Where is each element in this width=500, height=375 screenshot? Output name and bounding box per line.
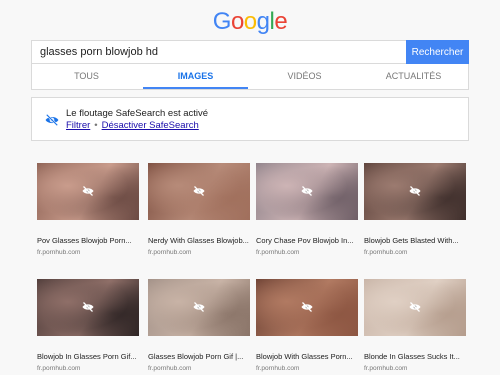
result-title[interactable]: Pov Glasses Blowjob Porn... xyxy=(37,236,139,245)
logo-letter: G xyxy=(212,8,232,35)
image-result[interactable]: Blowjob With Glasses Porn... fr.pornhub.… xyxy=(256,279,358,372)
result-source: fr.pornhub.com xyxy=(148,365,192,372)
image-result[interactable]: Blowjob In Glasses Porn Gif... fr.pornhu… xyxy=(37,279,139,372)
safesearch-status: Le floutage SafeSearch est activé xyxy=(66,108,209,119)
result-thumbnail[interactable] xyxy=(148,163,250,220)
eye-off-icon xyxy=(45,114,59,126)
result-title[interactable]: Glasses Blowjob Porn Gif |... xyxy=(148,352,250,361)
blurred-eye-icon xyxy=(193,186,205,196)
logo-letter: e xyxy=(274,8,288,35)
result-thumbnail[interactable] xyxy=(256,279,358,336)
logo-letter: g xyxy=(256,8,270,35)
result-source: fr.pornhub.com xyxy=(364,249,408,256)
tab-bar: TOUS IMAGES VIDÉOS ACTUALITÉS xyxy=(31,64,469,90)
result-source: fr.pornhub.com xyxy=(37,249,81,256)
tab-all[interactable]: TOUS xyxy=(32,64,141,89)
blurred-eye-icon xyxy=(409,302,421,312)
filter-link[interactable]: Filtrer xyxy=(66,120,90,131)
logo-letter: o xyxy=(230,8,244,35)
search-input[interactable] xyxy=(32,41,406,63)
safesearch-banner: Le floutage SafeSearch est activé Filtre… xyxy=(31,97,469,141)
image-result[interactable]: Cory Chase Pov Blowjob In... fr.pornhub.… xyxy=(256,163,358,256)
search-button[interactable]: Rechercher xyxy=(406,40,469,64)
logo-letter: o xyxy=(243,8,257,35)
blurred-eye-icon xyxy=(193,302,205,312)
result-title[interactable]: Nerdy With Glasses Blowjob... xyxy=(148,236,250,245)
result-thumbnail[interactable] xyxy=(364,279,466,336)
blurred-eye-icon xyxy=(301,302,313,312)
safesearch-links: Filtrer • Désactiver SafeSearch xyxy=(66,120,199,131)
search-bar: Rechercher xyxy=(31,40,469,64)
result-title[interactable]: Blowjob With Glasses Porn... xyxy=(256,352,358,361)
result-source: fr.pornhub.com xyxy=(256,365,300,372)
result-thumbnail[interactable] xyxy=(148,279,250,336)
result-source: fr.pornhub.com xyxy=(364,365,408,372)
blurred-eye-icon xyxy=(301,186,313,196)
tab-videos[interactable]: VIDÉOS xyxy=(250,64,359,89)
image-result[interactable]: Nerdy With Glasses Blowjob... fr.pornhub… xyxy=(148,163,250,256)
result-thumbnail[interactable] xyxy=(256,163,358,220)
image-result[interactable]: Pov Glasses Blowjob Porn... fr.pornhub.c… xyxy=(37,163,139,256)
result-source: fr.pornhub.com xyxy=(148,249,192,256)
image-result[interactable]: Blonde In Glasses Sucks It... fr.pornhub… xyxy=(364,279,466,372)
google-logo: Google xyxy=(0,8,500,36)
result-title[interactable]: Blowjob In Glasses Porn Gif... xyxy=(37,352,139,361)
result-thumbnail[interactable] xyxy=(37,279,139,336)
result-thumbnail[interactable] xyxy=(37,163,139,220)
result-title[interactable]: Cory Chase Pov Blowjob In... xyxy=(256,236,358,245)
blurred-eye-icon xyxy=(409,186,421,196)
blurred-eye-icon xyxy=(82,302,94,312)
tab-images[interactable]: IMAGES xyxy=(141,64,250,89)
image-result[interactable]: Glasses Blowjob Porn Gif |... fr.pornhub… xyxy=(148,279,250,372)
tab-news[interactable]: ACTUALITÉS xyxy=(359,64,468,89)
link-separator: • xyxy=(94,120,98,131)
blurred-eye-icon xyxy=(82,186,94,196)
result-thumbnail[interactable] xyxy=(364,163,466,220)
result-source: fr.pornhub.com xyxy=(256,249,300,256)
result-title[interactable]: Blowjob Gets Blasted With... xyxy=(364,236,466,245)
image-result[interactable]: Blowjob Gets Blasted With... fr.pornhub.… xyxy=(364,163,466,256)
disable-safesearch-link[interactable]: Désactiver SafeSearch xyxy=(102,120,199,131)
result-title[interactable]: Blonde In Glasses Sucks It... xyxy=(364,352,466,361)
result-source: fr.pornhub.com xyxy=(37,365,81,372)
